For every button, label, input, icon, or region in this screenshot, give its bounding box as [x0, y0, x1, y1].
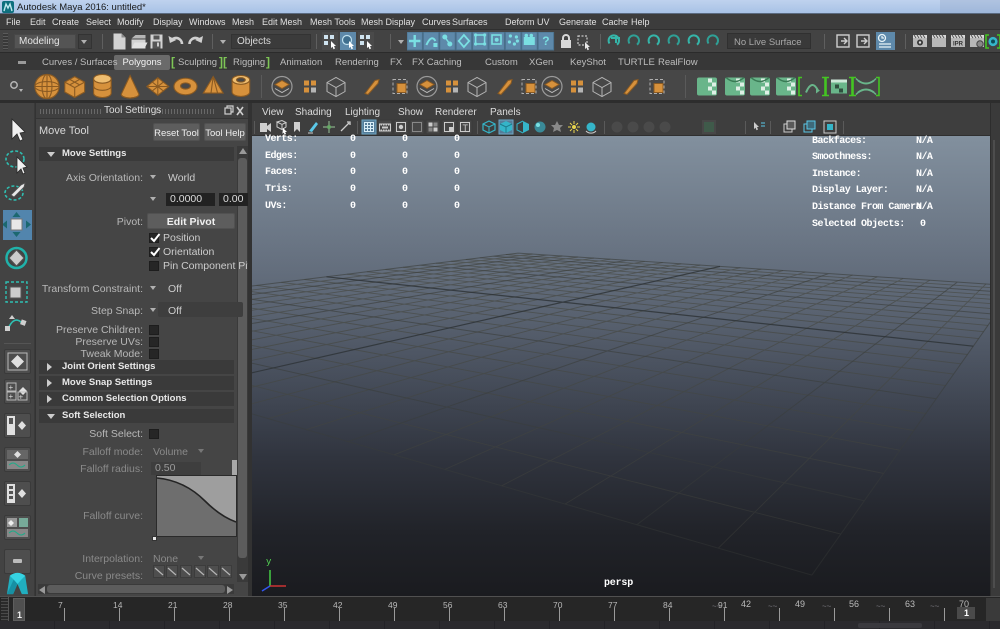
svg-text:+: +	[9, 383, 14, 392]
svg-text:y: y	[266, 557, 272, 567]
svg-text:?: ?	[542, 34, 549, 48]
svg-text:T: T	[463, 123, 469, 133]
svg-text:IPR: IPR	[953, 42, 964, 48]
svg-text:+: +	[9, 392, 14, 401]
